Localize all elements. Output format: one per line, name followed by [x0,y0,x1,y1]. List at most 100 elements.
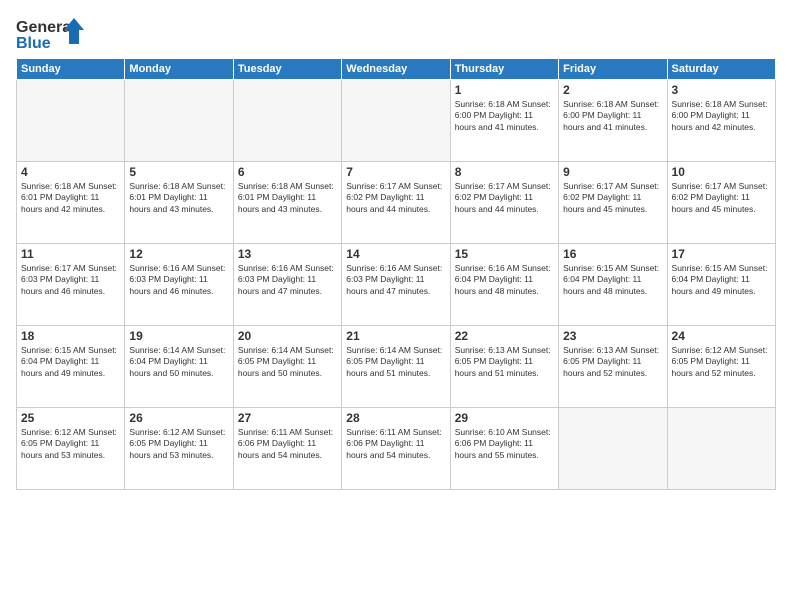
weekday-header-monday: Monday [125,59,233,80]
day-number: 18 [21,329,120,343]
day-info: Sunrise: 6:18 AM Sunset: 6:01 PM Dayligh… [238,181,337,215]
day-number: 2 [563,83,662,97]
day-info: Sunrise: 6:16 AM Sunset: 6:03 PM Dayligh… [346,263,445,297]
weekday-header-wednesday: Wednesday [342,59,450,80]
day-info: Sunrise: 6:14 AM Sunset: 6:05 PM Dayligh… [238,345,337,379]
day-number: 23 [563,329,662,343]
calendar-cell: 12Sunrise: 6:16 AM Sunset: 6:03 PM Dayli… [125,244,233,326]
week-row-0: 1 Sunrise: 6:18 AM Sunset: 6:00 PM Daylig… [17,80,776,162]
day-number: 28 [346,411,445,425]
weekday-header-sunday: Sunday [17,59,125,80]
day-number: 22 [455,329,554,343]
day-info: Sunrise: 6:17 AM Sunset: 6:02 PM Dayligh… [455,181,554,215]
day-info: Sunrise: 6:17 AM Sunset: 6:02 PM Dayligh… [563,181,662,215]
calendar-cell: 3Sunrise: 6:18 AM Sunset: 6:00 PM Daylig… [667,80,775,162]
calendar-cell [233,80,341,162]
calendar-cell: 28 Sunrise: 6:11 AM Sunset: 6:06 PM Dayli… [342,408,450,490]
week-row-2: 11Sunrise: 6:17 AM Sunset: 6:03 PM Dayli… [17,244,776,326]
day-number: 10 [672,165,771,179]
day-info: Sunrise: 6:16 AM Sunset: 6:03 PM Dayligh… [129,263,228,297]
day-number: 1 [455,83,554,97]
calendar-cell: 16 Sunrise: 6:15 AM Sunset: 6:04 PM Dayli… [559,244,667,326]
calendar-table: SundayMondayTuesdayWednesdayThursdayFrid… [16,58,776,490]
calendar-cell [125,80,233,162]
day-info: Sunrise: 6:15 AM Sunset: 6:04 PM Dayligh… [21,345,120,379]
calendar-cell: 21 Sunrise: 6:14 AM Sunset: 6:05 PM Dayli… [342,326,450,408]
day-info: Sunrise: 6:15 AM Sunset: 6:04 PM Dayligh… [672,263,771,297]
logo-svg: GeneralBlue [16,16,86,52]
calendar-cell: 20 Sunrise: 6:14 AM Sunset: 6:05 PM Dayli… [233,326,341,408]
calendar-cell: 14 Sunrise: 6:16 AM Sunset: 6:03 PM Dayli… [342,244,450,326]
day-info: Sunrise: 6:16 AM Sunset: 6:03 PM Dayligh… [238,263,337,297]
calendar-cell [17,80,125,162]
calendar-cell: 1Sunrise: 6:18 AM Sunset: 6:00 PM Daylig… [450,80,558,162]
calendar-cell: 24 Sunrise: 6:12 AM Sunset: 6:05 PM Dayli… [667,326,775,408]
day-info: Sunrise: 6:14 AM Sunset: 6:04 PM Dayligh… [129,345,228,379]
day-number: 20 [238,329,337,343]
day-number: 5 [129,165,228,179]
day-number: 15 [455,247,554,261]
calendar-cell: 18 Sunrise: 6:15 AM Sunset: 6:04 PM Dayli… [17,326,125,408]
day-number: 11 [21,247,120,261]
calendar-cell: 26 Sunrise: 6:12 AM Sunset: 6:05 PM Dayli… [125,408,233,490]
day-number: 25 [21,411,120,425]
calendar-cell: 6 Sunrise: 6:18 AM Sunset: 6:01 PM Daylig… [233,162,341,244]
calendar-cell: 17 Sunrise: 6:15 AM Sunset: 6:04 PM Dayli… [667,244,775,326]
day-info: Sunrise: 6:17 AM Sunset: 6:02 PM Dayligh… [672,181,771,215]
calendar-cell: 10 Sunrise: 6:17 AM Sunset: 6:02 PM Dayli… [667,162,775,244]
week-row-3: 18 Sunrise: 6:15 AM Sunset: 6:04 PM Dayli… [17,326,776,408]
day-info: Sunrise: 6:12 AM Sunset: 6:05 PM Dayligh… [672,345,771,379]
day-number: 26 [129,411,228,425]
day-number: 19 [129,329,228,343]
day-number: 29 [455,411,554,425]
calendar-cell: 9 Sunrise: 6:17 AM Sunset: 6:02 PM Daylig… [559,162,667,244]
calendar-cell: 7Sunrise: 6:17 AM Sunset: 6:02 PM Daylig… [342,162,450,244]
week-row-1: 4 Sunrise: 6:18 AM Sunset: 6:01 PM Daylig… [17,162,776,244]
calendar-cell: 19 Sunrise: 6:14 AM Sunset: 6:04 PM Dayli… [125,326,233,408]
day-info: Sunrise: 6:15 AM Sunset: 6:04 PM Dayligh… [563,263,662,297]
week-row-4: 25 Sunrise: 6:12 AM Sunset: 6:05 PM Dayli… [17,408,776,490]
svg-text:Blue: Blue [16,35,51,52]
day-number: 13 [238,247,337,261]
page: GeneralBlue SundayMondayTuesdayWednesday… [0,0,792,612]
day-info: Sunrise: 6:18 AM Sunset: 6:00 PM Dayligh… [563,99,662,133]
day-number: 8 [455,165,554,179]
calendar-cell: 5 Sunrise: 6:18 AM Sunset: 6:01 PM Daylig… [125,162,233,244]
day-number: 14 [346,247,445,261]
calendar-cell: 29 Sunrise: 6:10 AM Sunset: 6:06 PM Dayli… [450,408,558,490]
calendar-cell: 11Sunrise: 6:17 AM Sunset: 6:03 PM Dayli… [17,244,125,326]
calendar-cell: 27 Sunrise: 6:11 AM Sunset: 6:06 PM Dayli… [233,408,341,490]
day-number: 3 [672,83,771,97]
weekday-header-thursday: Thursday [450,59,558,80]
day-number: 4 [21,165,120,179]
day-info: Sunrise: 6:11 AM Sunset: 6:06 PM Dayligh… [238,427,337,461]
day-info: Sunrise: 6:16 AM Sunset: 6:04 PM Dayligh… [455,263,554,297]
weekday-header-friday: Friday [559,59,667,80]
weekday-header-tuesday: Tuesday [233,59,341,80]
day-info: Sunrise: 6:12 AM Sunset: 6:05 PM Dayligh… [129,427,228,461]
day-info: Sunrise: 6:11 AM Sunset: 6:06 PM Dayligh… [346,427,445,461]
day-number: 21 [346,329,445,343]
day-number: 9 [563,165,662,179]
logo: GeneralBlue [16,16,86,52]
calendar-cell: 22 Sunrise: 6:13 AM Sunset: 6:05 PM Dayli… [450,326,558,408]
day-number: 17 [672,247,771,261]
day-number: 16 [563,247,662,261]
day-info: Sunrise: 6:12 AM Sunset: 6:05 PM Dayligh… [21,427,120,461]
calendar-cell: 15 Sunrise: 6:16 AM Sunset: 6:04 PM Dayli… [450,244,558,326]
calendar-cell: 4Sunrise: 6:18 AM Sunset: 6:01 PM Daylig… [17,162,125,244]
day-info: Sunrise: 6:14 AM Sunset: 6:05 PM Dayligh… [346,345,445,379]
day-number: 27 [238,411,337,425]
day-number: 7 [346,165,445,179]
calendar-cell: 13 Sunrise: 6:16 AM Sunset: 6:03 PM Dayli… [233,244,341,326]
day-number: 24 [672,329,771,343]
calendar-cell: 2 Sunrise: 6:18 AM Sunset: 6:00 PM Daylig… [559,80,667,162]
header-area: GeneralBlue [16,12,776,52]
calendar-cell [342,80,450,162]
calendar-cell: 23Sunrise: 6:13 AM Sunset: 6:05 PM Dayli… [559,326,667,408]
day-number: 6 [238,165,337,179]
day-info: Sunrise: 6:18 AM Sunset: 6:01 PM Dayligh… [129,181,228,215]
day-info: Sunrise: 6:13 AM Sunset: 6:05 PM Dayligh… [455,345,554,379]
calendar-cell: 8 Sunrise: 6:17 AM Sunset: 6:02 PM Daylig… [450,162,558,244]
day-info: Sunrise: 6:10 AM Sunset: 6:06 PM Dayligh… [455,427,554,461]
